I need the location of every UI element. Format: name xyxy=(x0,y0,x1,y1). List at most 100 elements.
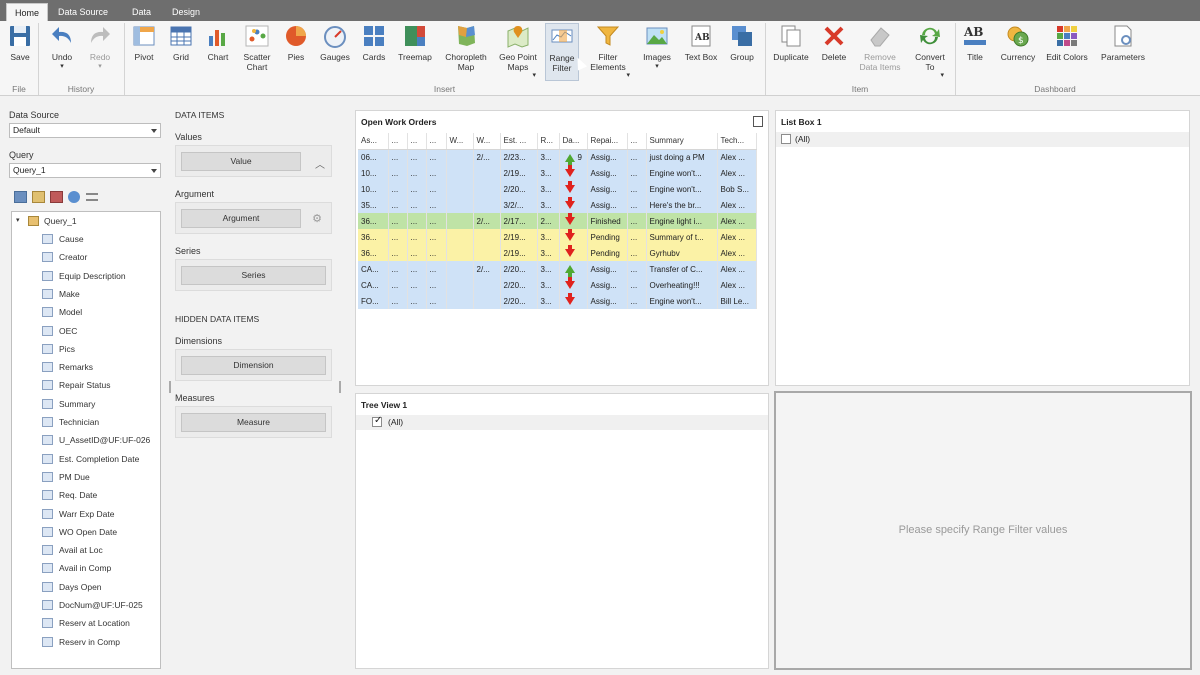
images-button[interactable]: Images ▾ xyxy=(640,23,674,81)
column-header[interactable]: ... xyxy=(407,133,427,150)
table-row[interactable]: 36............ 2/... 2/17... 2... Finished..… xyxy=(358,213,757,229)
argument-drop-area[interactable]: Argument ⚙ xyxy=(175,202,332,234)
column-header[interactable]: ... xyxy=(388,133,408,150)
tab-home[interactable]: Home xyxy=(6,3,49,21)
field-item[interactable]: Days Open xyxy=(12,578,160,596)
column-header[interactable]: W... xyxy=(446,133,474,150)
tab-data[interactable]: Data xyxy=(124,3,159,21)
field-item[interactable]: Model xyxy=(12,303,160,321)
parameters-button[interactable]: Parameters xyxy=(1098,23,1148,81)
add-calculated-field-icon[interactable] xyxy=(32,191,45,203)
title-button[interactable]: AB Title xyxy=(960,23,990,81)
geo-point-maps-button[interactable]: Geo Point Maps ▾ xyxy=(496,23,540,81)
column-header[interactable]: ... xyxy=(627,133,647,150)
field-item[interactable]: Technician xyxy=(12,413,160,431)
splitter-handle[interactable] xyxy=(339,381,341,393)
checkbox-checked[interactable]: ✓ xyxy=(372,415,382,427)
convert-to-button[interactable]: Convert To ▾ xyxy=(910,23,950,81)
query-select[interactable]: Query_1 xyxy=(9,163,161,178)
text-box-button[interactable]: AB Text Box xyxy=(680,23,722,81)
field-item[interactable]: Remarks xyxy=(12,358,160,376)
sort-icon[interactable] xyxy=(50,191,63,203)
splitter-handle[interactable] xyxy=(169,381,171,393)
field-item[interactable]: Warr Exp Date xyxy=(12,505,160,523)
scatter-chart-button[interactable]: Scatter Chart xyxy=(239,23,275,81)
duplicate-button[interactable]: Duplicate xyxy=(770,23,812,81)
grid-button[interactable]: Grid xyxy=(166,23,196,81)
redo-button[interactable]: Redo ▾ xyxy=(84,23,116,81)
values-drop-area[interactable]: Value ︿ xyxy=(175,145,332,177)
treemap-button[interactable]: Treemap xyxy=(396,23,434,81)
choropleth-map-button[interactable]: Choropleth Map xyxy=(442,23,490,81)
list-item-all[interactable]: (All) xyxy=(776,132,1189,147)
table-row[interactable]: 35............ 3/2/... 3... Assig...... Here… xyxy=(358,197,757,213)
series-button[interactable]: Series xyxy=(181,266,326,285)
column-header[interactable]: Summary xyxy=(646,133,718,150)
range-filter-panel[interactable]: Please specify Range Filter values xyxy=(774,391,1192,670)
value-button[interactable]: Value xyxy=(181,152,301,171)
table-row[interactable]: CA............ 2/... 2/20... 3... Assig.....… xyxy=(358,261,757,277)
refresh-icon[interactable] xyxy=(68,191,80,203)
series-drop-area[interactable]: Series xyxy=(175,259,332,291)
collapse-icon[interactable]: ▾ xyxy=(16,212,20,230)
gauges-button[interactable]: Gauges xyxy=(318,23,352,81)
table-row[interactable]: 10............ 2/20... 3... Assig...... Engi… xyxy=(358,181,757,197)
export-icon[interactable] xyxy=(753,116,763,127)
tree-view-panel[interactable]: Tree View 1 ✓ (All) xyxy=(355,393,769,669)
list-box-panel[interactable]: List Box 1 (All) xyxy=(775,110,1190,386)
field-item[interactable]: Pics xyxy=(12,340,160,358)
field-item[interactable]: Repair Status xyxy=(12,376,160,394)
pies-button[interactable]: Pies xyxy=(281,23,311,81)
chart-button[interactable]: Chart xyxy=(203,23,233,81)
table-row[interactable]: 36............ 2/19... 3... Pending... Gyrhu… xyxy=(358,245,757,261)
tab-data-source[interactable]: Data Source xyxy=(50,3,116,21)
filter-elements-button[interactable]: Filter Elements ▾ xyxy=(584,23,632,81)
column-header[interactable]: ... xyxy=(426,133,447,150)
dimension-button[interactable]: Dimension xyxy=(181,356,326,375)
remove-data-items-button[interactable]: Remove Data Items xyxy=(856,23,904,81)
group-by-type-icon[interactable] xyxy=(86,193,98,201)
field-item[interactable]: Cause xyxy=(12,230,160,248)
column-header[interactable]: W... xyxy=(473,133,501,150)
column-header[interactable]: Est. ... xyxy=(500,133,538,150)
measure-button[interactable]: Measure xyxy=(181,413,326,432)
save-button[interactable]: Save xyxy=(6,23,34,81)
delete-button[interactable]: Delete xyxy=(818,23,850,81)
column-header[interactable]: Tech... xyxy=(717,133,757,150)
table-row[interactable]: 06............ 2/... 2/23... 3... 9 Assig....… xyxy=(358,149,757,165)
field-item[interactable]: Reserv in Comp xyxy=(12,633,160,651)
field-item[interactable]: U_AssetID@UF:UF-026 xyxy=(12,431,160,449)
measures-drop-area[interactable]: Measure xyxy=(175,406,332,438)
table-row[interactable]: 10............ 2/19... 3... Assig...... Engi… xyxy=(358,165,757,181)
pivot-button[interactable]: Pivot xyxy=(128,23,160,81)
checkbox-unchecked[interactable] xyxy=(781,134,791,144)
field-item[interactable]: DocNum@UF:UF-025 xyxy=(12,596,160,614)
column-header[interactable]: Da... xyxy=(559,133,588,150)
undo-button[interactable]: Undo ▾ xyxy=(46,23,78,81)
field-item[interactable]: Reserv at Location xyxy=(12,614,160,632)
table-row[interactable]: CA............ 2/20... 3... Assig...... Over… xyxy=(358,277,757,293)
column-header[interactable]: Repai... xyxy=(587,133,628,150)
field-item[interactable]: Summary xyxy=(12,395,160,413)
tree-root[interactable]: ▾ Query_1 xyxy=(12,212,160,230)
data-source-select[interactable]: Default xyxy=(9,123,161,138)
tree-item-all[interactable]: ✓ (All) xyxy=(356,415,768,430)
field-item[interactable]: Equip Description xyxy=(12,267,160,285)
gear-icon[interactable]: ⚙ xyxy=(312,212,322,225)
edit-query-icon[interactable] xyxy=(14,191,27,203)
column-header[interactable]: R... xyxy=(537,133,560,150)
cards-button[interactable]: Cards xyxy=(359,23,389,81)
tab-design[interactable]: Design xyxy=(164,3,208,21)
field-item[interactable]: Avail in Comp xyxy=(12,559,160,577)
table-row[interactable]: 36............ 2/19... 3... Pending... Summa… xyxy=(358,229,757,245)
column-header[interactable]: As... xyxy=(358,133,389,150)
range-filter-button[interactable]: Range Filter xyxy=(545,23,579,81)
field-item[interactable]: Req. Date xyxy=(12,486,160,504)
field-item[interactable]: Est. Completion Date xyxy=(12,450,160,468)
field-item[interactable]: PM Due xyxy=(12,468,160,486)
field-item[interactable]: OEC xyxy=(12,322,160,340)
dimensions-drop-area[interactable]: Dimension xyxy=(175,349,332,381)
table-row[interactable]: FO............ 2/20... 3... Assig...... Engi… xyxy=(358,293,757,309)
field-item[interactable]: Creator xyxy=(12,248,160,266)
field-item[interactable]: WO Open Date xyxy=(12,523,160,541)
